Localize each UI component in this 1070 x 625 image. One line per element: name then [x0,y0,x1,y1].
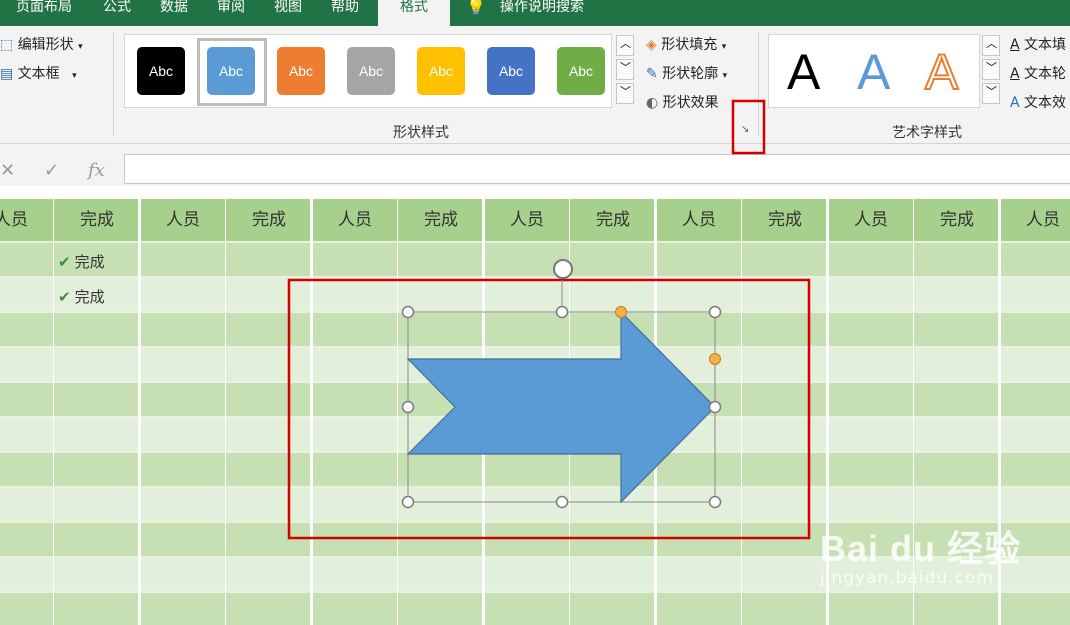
adjust-handle[interactable] [615,306,627,318]
excel-window: 页面布局 公式 数据 审阅 视图 帮助 格式 💡 操作说明搜索 ⬚ 编辑形状 ▾… [0,0,1070,625]
resize-handle[interactable] [708,400,722,414]
highlight-box [731,99,766,155]
watermark: Bai du 经验 jingyan.baidu.com [820,520,1021,588]
resize-handle[interactable] [708,495,722,509]
watermark-url: jingyan.baidu.com [820,568,994,588]
adjust-handle[interactable] [709,353,721,365]
resize-handle[interactable] [555,305,569,319]
rotate-icon[interactable] [553,259,573,279]
resize-handle[interactable] [555,495,569,509]
resize-handle[interactable] [401,495,415,509]
resize-handle[interactable] [708,305,722,319]
resize-handle[interactable] [401,400,415,414]
resize-handle[interactable] [401,305,415,319]
arrow-shape[interactable] [406,310,716,504]
watermark-brand: Bai du 经验 [820,528,1022,569]
